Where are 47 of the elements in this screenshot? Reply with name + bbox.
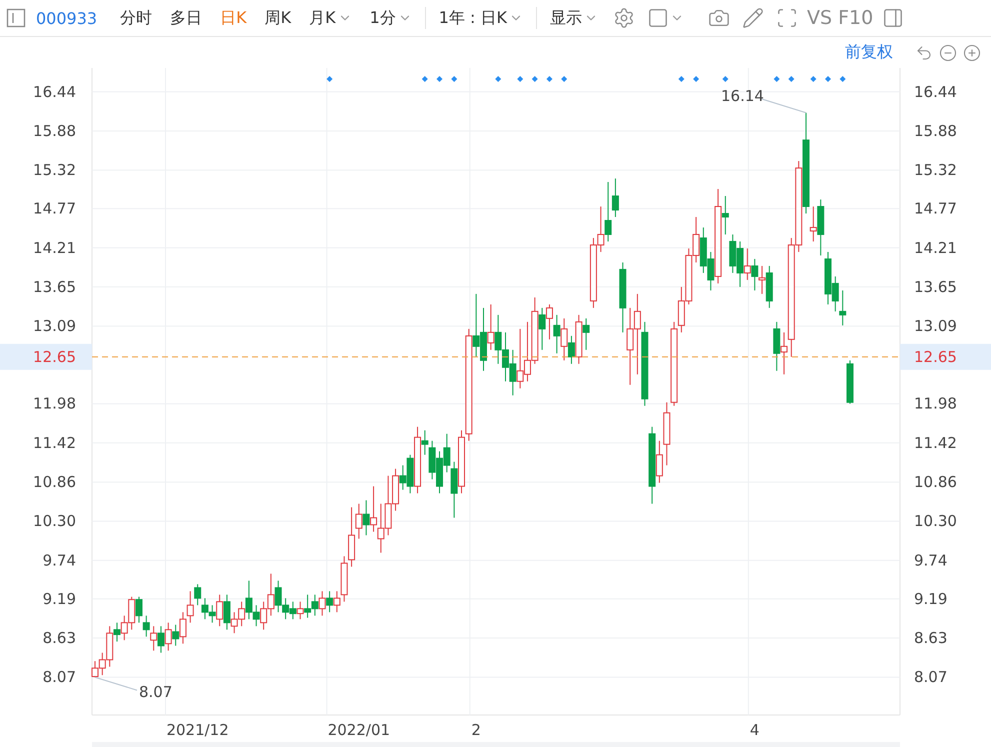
axis-label: 16.44 — [914, 82, 957, 101]
axis-label: 2022/01 — [328, 721, 390, 739]
period-tab[interactable]: 分时 — [111, 8, 162, 28]
axis-label: 10.30 — [33, 512, 76, 530]
axis-label: 15.32 — [914, 161, 957, 180]
range-dropdown[interactable]: 1年 : 日K — [430, 8, 532, 28]
axis-label: 8.63 — [914, 629, 948, 648]
price-annotation: 16.14 — [721, 86, 764, 105]
axis-label: 14.21 — [914, 238, 957, 257]
axis-label: 13.65 — [33, 278, 76, 296]
display-dropdown[interactable]: 显示 — [541, 8, 607, 28]
axis-label: 15.88 — [33, 122, 76, 140]
axis-label: 8.07 — [42, 668, 76, 686]
period-tab[interactable]: 多日 — [161, 8, 212, 28]
axis-label: 11.98 — [914, 394, 957, 413]
price-annotation: 8.07 — [139, 683, 172, 702]
axis-label: 9.74 — [42, 551, 76, 570]
axis-label: 15.32 — [33, 161, 76, 180]
axis-label: 9.19 — [914, 590, 948, 608]
axis-label: 2021/12 — [166, 721, 229, 739]
axis-label: 13.65 — [914, 278, 957, 296]
axis-label: 11.98 — [33, 394, 76, 413]
axis-label: 11.42 — [914, 434, 957, 452]
period-tab[interactable]: 1分 — [360, 8, 421, 28]
axis-label: 8.07 — [914, 668, 948, 686]
adjust-link[interactable]: 前复权 — [839, 41, 899, 64]
current-price: 12.65 — [33, 348, 76, 366]
period-tab[interactable]: 月K — [300, 8, 361, 28]
axis-label: 4 — [750, 721, 760, 739]
axis-label: 10.86 — [914, 473, 957, 492]
axis-label: 14.77 — [914, 200, 957, 218]
axis-label: 16.44 — [33, 82, 76, 101]
axis-label: 15.88 — [914, 122, 957, 140]
axis-label: 2 — [471, 721, 481, 739]
axis-label: 14.21 — [33, 238, 76, 257]
axis-label: 9.74 — [914, 551, 948, 570]
axis-label: 13.09 — [33, 317, 76, 336]
current-price: 12.65 — [914, 348, 957, 366]
period-tab[interactable]: 周K — [256, 8, 300, 28]
axis-label: 8.63 — [42, 629, 76, 648]
axis-label: 10.30 — [914, 512, 957, 530]
axis-label: 10.86 — [33, 473, 76, 492]
axis-label: 13.09 — [914, 317, 957, 336]
axis-label: 11.42 — [33, 434, 76, 452]
stock-code: 000933 — [36, 8, 98, 28]
axis-label: 14.77 — [33, 200, 76, 218]
axis-label: 9.19 — [42, 590, 76, 608]
